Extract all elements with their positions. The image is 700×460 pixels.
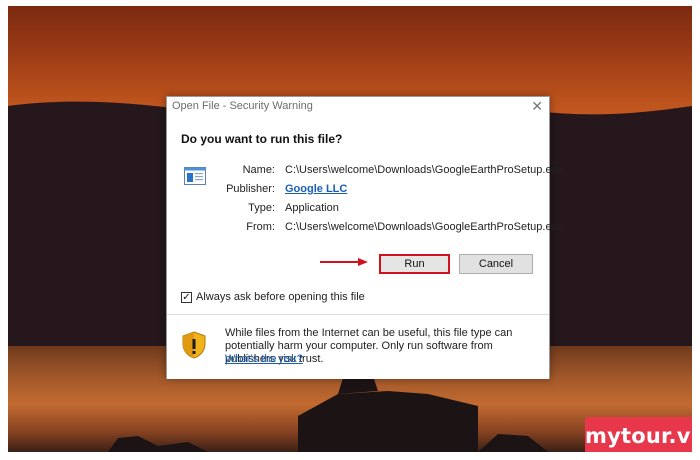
type-value: Application [285,202,339,214]
title-bar[interactable]: Open File - Security Warning ✕ [167,97,549,117]
security-shield-icon [182,331,206,359]
name-label: Name: [242,164,275,176]
application-window-icon [184,167,206,185]
warning-panel: While files from the Internet can be use… [167,314,549,379]
close-icon[interactable]: ✕ [531,98,543,115]
run-button[interactable]: Run [379,254,450,274]
publisher-link[interactable]: Google LLC [285,183,347,195]
type-label: Type: [248,202,275,214]
name-value: C:\Users\welcome\Downloads\GoogleEarthPr… [285,164,564,176]
arrow-pointer-icon [320,258,368,266]
question-heading: Do you want to run this file? [181,132,343,146]
dialog-title: Open File - Security Warning [172,100,313,112]
from-value: C:\Users\welcome\Downloads\GoogleEarthPr… [285,221,564,233]
always-ask-checkbox[interactable]: ✓ [181,292,192,303]
always-ask-label[interactable]: Always ask before opening this file [196,291,365,303]
watermark-logo: mytour.vn [585,417,692,452]
whats-the-risk-link[interactable]: What's the risk? [225,353,303,365]
from-label: From: [246,221,275,233]
publisher-label: Publisher: [226,183,275,195]
cancel-button[interactable]: Cancel [459,254,533,274]
security-warning-dialog: Open File - Security Warning ✕ Do you wa… [166,96,563,379]
